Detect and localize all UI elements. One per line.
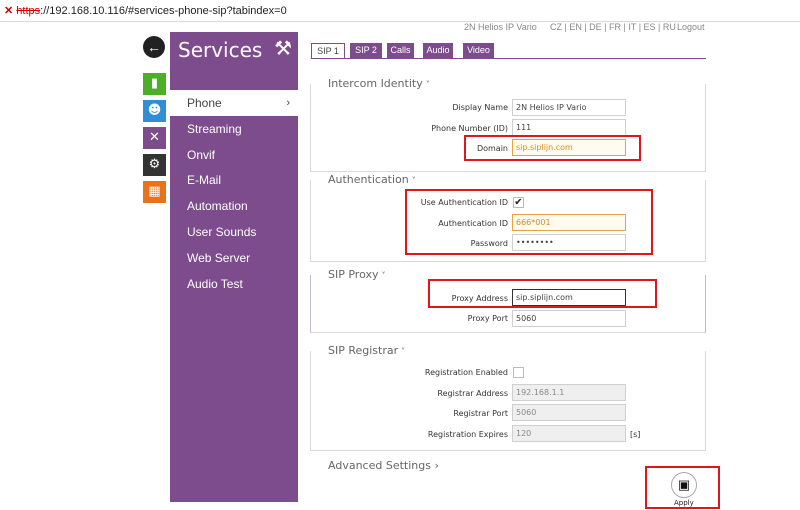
- registrar-address-label: Registrar Address: [437, 389, 508, 398]
- chevron-right-icon: ›: [286, 97, 290, 109]
- authentication-highlight: [405, 189, 653, 255]
- tab-audio[interactable]: Audio: [423, 43, 453, 58]
- domain-highlight: [464, 135, 641, 161]
- tab-divider: [311, 58, 706, 59]
- advanced-settings-label: Advanced Settings: [328, 459, 431, 472]
- phone-number-label: Phone Number (ID): [431, 124, 508, 133]
- proxy-port-field[interactable]: 5060: [512, 310, 626, 327]
- menu-item-label: Phone: [187, 96, 222, 110]
- registration-expires-field[interactable]: 120: [512, 425, 626, 442]
- tab-sip2[interactable]: SIP 2: [350, 43, 382, 58]
- display-name-field[interactable]: 2N Helios IP Vario: [512, 99, 626, 116]
- registration-enabled-checkbox[interactable]: [513, 367, 524, 378]
- services-panel: Services ⚒ Phone › Streaming Onvif E-Mail…: [170, 32, 298, 502]
- registrar-port-field[interactable]: 5060: [512, 404, 626, 421]
- menu-item-onvif[interactable]: Onvif: [170, 142, 298, 168]
- system-icon[interactable]: ▦: [143, 181, 166, 203]
- tab-video[interactable]: Video: [463, 43, 494, 58]
- menu-item-email[interactable]: E-Mail: [170, 167, 298, 193]
- status-icon[interactable]: ▮: [143, 73, 166, 95]
- display-name-label: Display Name: [452, 103, 508, 112]
- url-scheme: https: [16, 5, 41, 17]
- tools-icon: ⚒: [274, 36, 292, 60]
- back-arrow-icon[interactable]: ←: [143, 36, 165, 58]
- registrar-port-label: Registrar Port: [453, 409, 508, 418]
- language-selector[interactable]: CZ | EN | DE | FR | IT | ES | RU: [550, 22, 676, 32]
- address-bar[interactable]: ✕ https://192.168.10.116/#services-phone…: [0, 0, 800, 22]
- menu-item-web-server[interactable]: Web Server: [170, 245, 298, 271]
- url-path: ://192.168.10.116/#services-phone-sip?ta…: [40, 5, 287, 17]
- menu-item-user-sounds[interactable]: User Sounds: [170, 219, 298, 245]
- menu-item-streaming[interactable]: Streaming: [170, 116, 298, 142]
- menu-item-audio-test[interactable]: Audio Test: [170, 271, 298, 297]
- users-icon[interactable]: ☻: [143, 100, 166, 122]
- advanced-settings-link[interactable]: Advanced Settings ›: [328, 459, 439, 472]
- apply-button-label[interactable]: Apply: [674, 499, 694, 507]
- seconds-unit: [s]: [630, 430, 641, 439]
- services-icon[interactable]: ✕: [143, 127, 166, 149]
- tab-sip1[interactable]: SIP 1: [311, 43, 345, 58]
- tab-calls[interactable]: Calls: [387, 43, 414, 58]
- registration-enabled-label: Registration Enabled: [424, 368, 508, 377]
- proxy-port-label: Proxy Port: [467, 314, 508, 323]
- logout-link[interactable]: Logout: [677, 22, 705, 32]
- registrar-address-field[interactable]: 192.168.1.1: [512, 384, 626, 401]
- save-icon[interactable]: ▣: [671, 472, 697, 498]
- services-menu: Phone › Streaming Onvif E-Mail Automation…: [170, 90, 298, 296]
- chevron-right-icon: ›: [434, 459, 439, 472]
- device-name: 2N Helios IP Vario: [464, 22, 537, 32]
- menu-item-phone[interactable]: Phone ›: [170, 90, 298, 116]
- insecure-lock-icon: ✕: [4, 5, 14, 17]
- hardware-icon[interactable]: ⚙: [143, 154, 166, 176]
- proxy-address-highlight: [428, 279, 657, 308]
- menu-item-automation[interactable]: Automation: [170, 193, 298, 219]
- registration-expires-label: Registration Expires: [427, 430, 508, 439]
- phone-number-field[interactable]: 111: [512, 119, 626, 136]
- panel-title: Services: [178, 38, 263, 62]
